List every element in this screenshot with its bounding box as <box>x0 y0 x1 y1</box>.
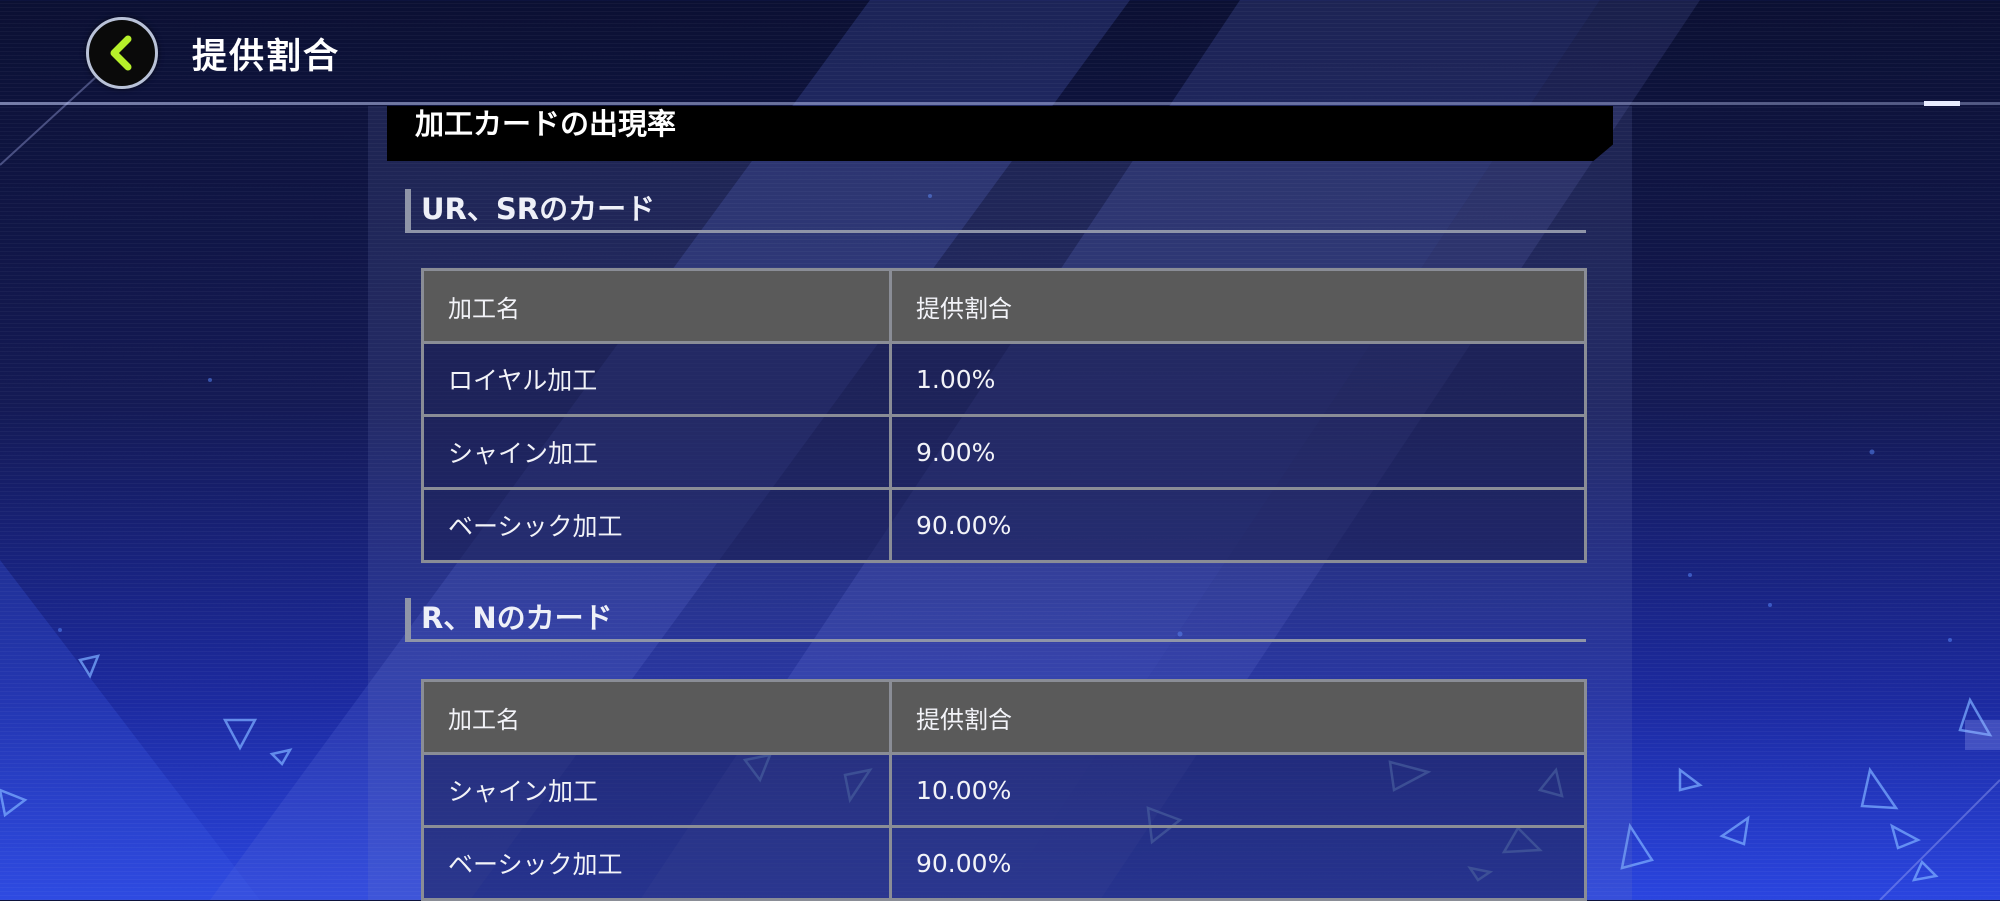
header-divider <box>0 102 2000 105</box>
table-row: シャイン加工 9.00% <box>421 414 1587 490</box>
finish-name-cell: ロイヤル加工 <box>421 341 892 417</box>
column-header-rate: 提供割合 <box>889 268 1587 344</box>
section-heading-text: R、Nのカード <box>421 601 613 635</box>
section-heading-ur-sr: UR、SRのカード <box>405 189 1586 233</box>
rate-table-ur-sr: 加工名 提供割合 ロイヤル加工 1.00% シャイン加工 9.00% ベーシック… <box>421 268 1587 563</box>
column-header-rate: 提供割合 <box>889 679 1587 755</box>
rate-cell: 90.00% <box>889 487 1587 563</box>
section-heading-text: UR、SRのカード <box>421 192 656 226</box>
chevron-left-icon <box>110 35 132 71</box>
rate-cell: 90.00% <box>889 825 1587 901</box>
table-row: ベーシック加工 90.00% <box>421 487 1587 563</box>
table-header-row: 加工名 提供割合 <box>421 679 1587 755</box>
finish-name-cell: ベーシック加工 <box>421 825 892 901</box>
section-banner: 加工カードの出現率 <box>387 106 1613 161</box>
section-banner-title: 加工カードの出現率 <box>415 107 677 141</box>
rate-cell: 1.00% <box>889 341 1587 417</box>
rate-cell: 9.00% <box>889 414 1587 490</box>
table-row: ベーシック加工 90.00% <box>421 825 1587 901</box>
rate-table-r-n: 加工名 提供割合 シャイン加工 10.00% ベーシック加工 90.00% <box>421 679 1587 901</box>
table-row: シャイン加工 10.00% <box>421 752 1587 828</box>
table-header-row: 加工名 提供割合 <box>421 268 1587 344</box>
page-title: 提供割合 <box>192 37 341 77</box>
column-header-name: 加工名 <box>421 679 892 755</box>
finish-name-cell: シャイン加工 <box>421 752 892 828</box>
finish-name-cell: ベーシック加工 <box>421 487 892 563</box>
header-tick-mark <box>1924 101 1960 106</box>
top-header: 提供割合 <box>0 0 2000 106</box>
rate-cell: 10.00% <box>889 752 1587 828</box>
finish-name-cell: シャイン加工 <box>421 414 892 490</box>
section-heading-r-n: R、Nのカード <box>405 598 1586 642</box>
column-header-name: 加工名 <box>421 268 892 344</box>
back-button[interactable] <box>86 17 158 89</box>
table-row: ロイヤル加工 1.00% <box>421 341 1587 417</box>
